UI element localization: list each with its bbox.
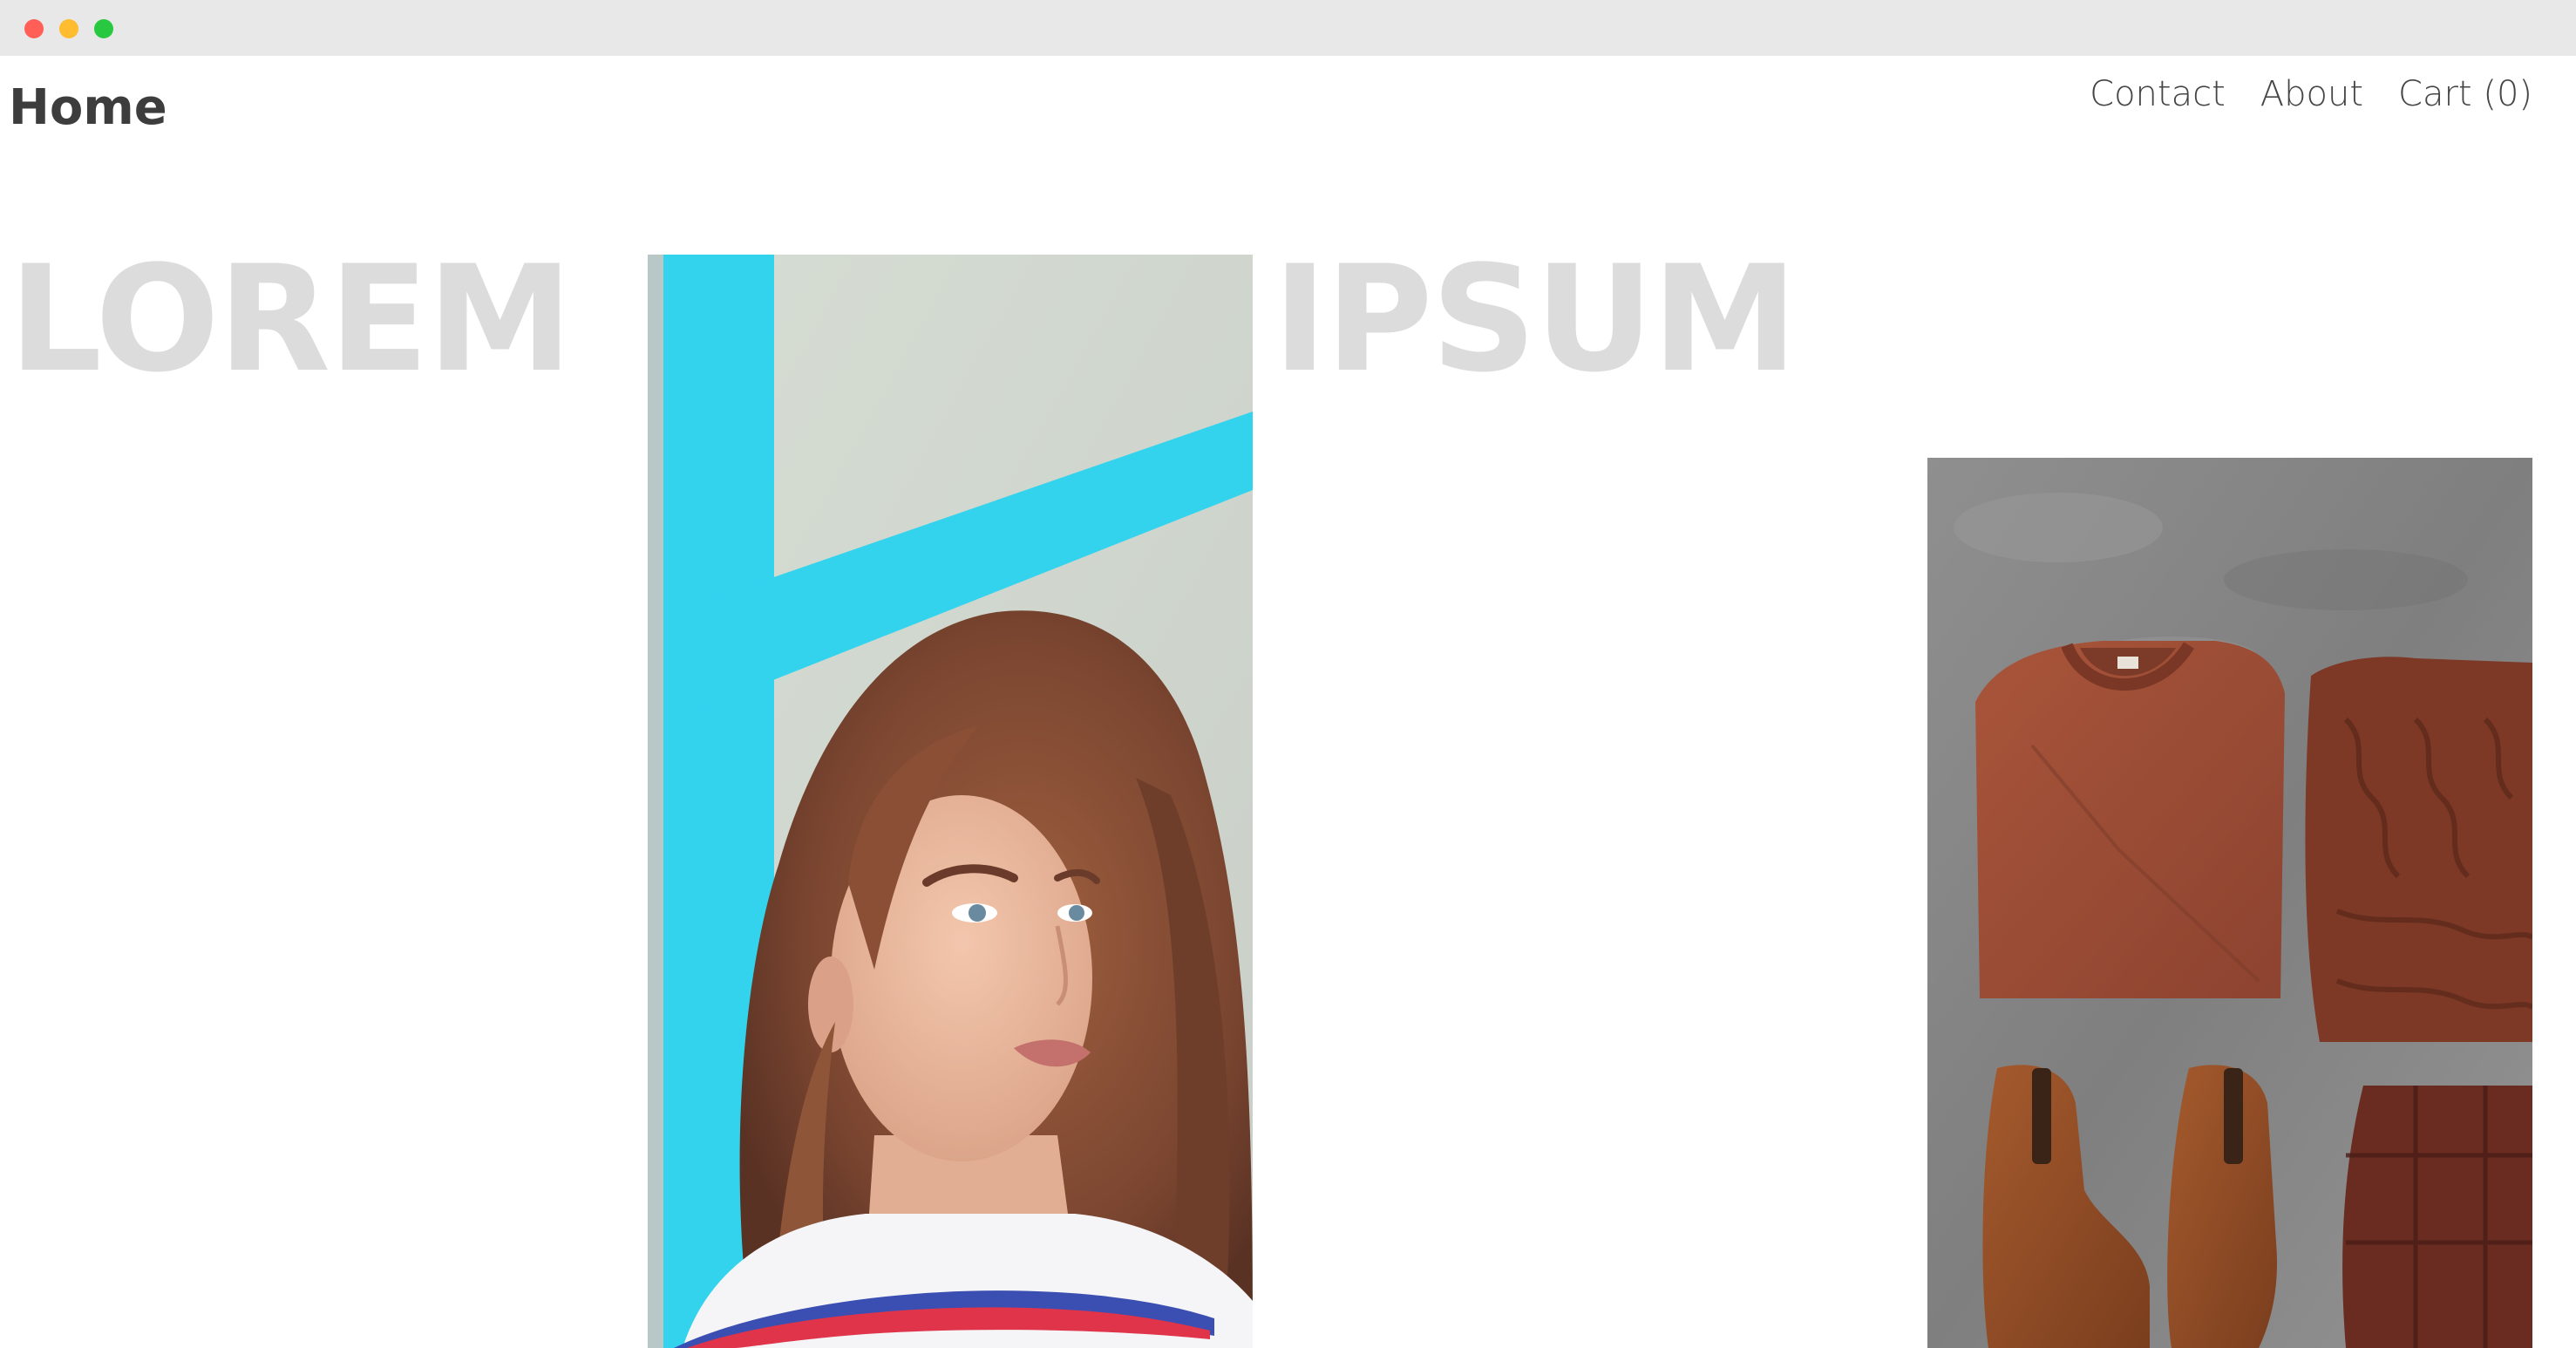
- zoom-window-icon[interactable]: [94, 19, 113, 38]
- minimize-window-icon[interactable]: [59, 19, 78, 38]
- close-window-icon[interactable]: [24, 19, 44, 38]
- top-nav: Contact About Cart (0): [2090, 71, 2532, 117]
- clothing-flatlay-photo[interactable]: [1927, 458, 2532, 1348]
- hero-word-lorem: LOREM: [9, 234, 573, 405]
- photo-icon: [648, 255, 1253, 1348]
- model-portrait-photo[interactable]: [648, 255, 1253, 1348]
- photo-icon: [1927, 458, 2532, 1348]
- nav-about-link[interactable]: About: [2260, 71, 2363, 117]
- nav-contact-link[interactable]: Contact: [2090, 71, 2226, 117]
- hero-word-ipsum: IPSUM: [1273, 234, 1798, 405]
- nav-cart-link[interactable]: Cart (0): [2398, 71, 2532, 117]
- home-link[interactable]: Home: [9, 78, 167, 137]
- window-titlebar: [0, 0, 2576, 56]
